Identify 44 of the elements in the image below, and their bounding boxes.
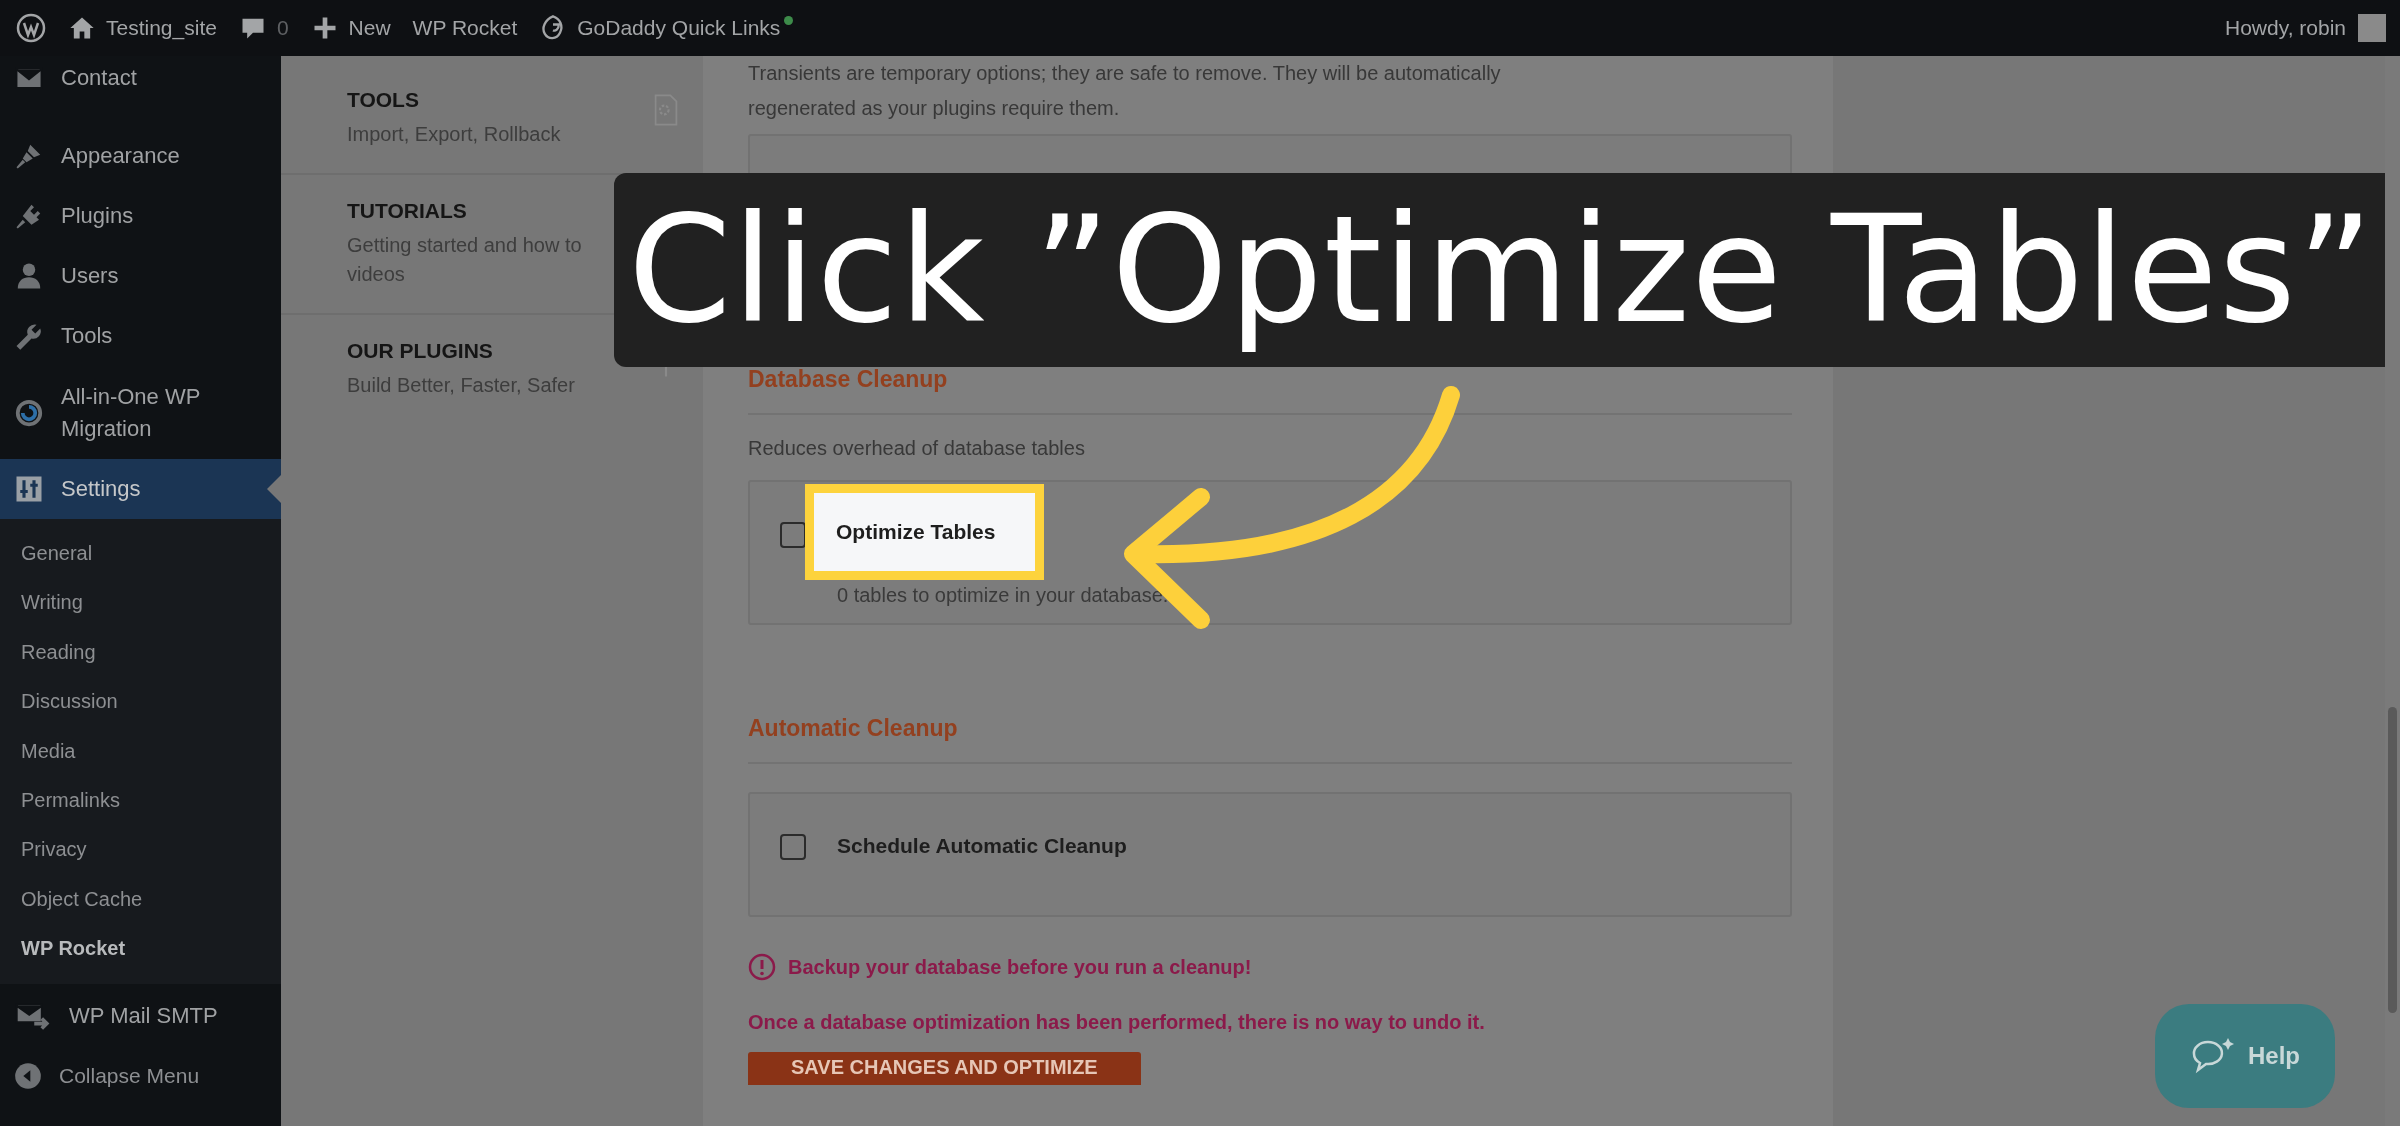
sidebar-item[interactable]: Tools	[0, 306, 281, 366]
account-menu[interactable]: Howdy, robin	[2225, 14, 2386, 42]
wrench-icon	[14, 321, 44, 351]
sidebar-item[interactable]: Settings	[0, 459, 281, 519]
warning-note: Once a database optimization has been performed, there is no way to undo it.	[748, 1011, 1486, 1034]
sidebar-item[interactable]: Users	[0, 246, 281, 306]
scrollbar[interactable]	[2385, 56, 2400, 1126]
submenu-item[interactable]: WP Rocket	[0, 924, 281, 974]
submenu-item[interactable]: Object Cache	[0, 874, 281, 925]
quick-links-menu[interactable]: GoDaddy Quick Links	[539, 14, 794, 42]
collapse-menu-button[interactable]: Collapse Menu	[0, 1047, 281, 1104]
section-title: Automatic Cleanup	[748, 715, 1792, 764]
left-arrow-circle-icon	[14, 1061, 42, 1090]
chat-bubble-icon	[2190, 1036, 2236, 1076]
sidebar-item[interactable]: Appearance	[0, 126, 281, 186]
exclamation-circle-icon	[748, 953, 776, 981]
site-link[interactable]: Testing_site	[68, 14, 217, 42]
save-button[interactable]: SAVE CHANGES AND OPTIMIZE	[748, 1052, 1141, 1085]
submenu-item[interactable]: Discussion	[0, 677, 281, 727]
submenu-item[interactable]: Media	[0, 726, 281, 776]
checkbox[interactable]	[780, 834, 806, 860]
submenu-item[interactable]: Reading	[0, 627, 281, 678]
option-label: Schedule Automatic Cleanup	[837, 834, 1127, 858]
sidebar-item[interactable]: All-in-One WP Migration	[0, 366, 281, 459]
highlighted-option-label[interactable]: Optimize Tables	[805, 484, 1044, 580]
intro-text: regenerated as your plugins require them.	[748, 96, 1121, 121]
sliders-icon	[14, 474, 44, 504]
sidebar-item[interactable]: Contact	[0, 56, 281, 100]
sync-icon	[14, 397, 44, 428]
intro-text: Transients are temporary options; they are safe to remove. They will be automatically	[748, 61, 1502, 86]
wordpress-logo-icon[interactable]	[16, 13, 46, 43]
status-dot	[784, 15, 794, 25]
plugin-link[interactable]: WP Rocket	[412, 16, 518, 40]
sidebar-item[interactable]: Plugins	[0, 186, 281, 246]
warning-text: Backup your database before you run a cleanup!	[788, 955, 1252, 979]
submenu-item[interactable]: Writing	[0, 578, 281, 628]
submenu-item[interactable]: General	[0, 529, 281, 579]
submenu-item[interactable]: Privacy	[0, 825, 281, 875]
section-description: Reduces overhead of database tables	[748, 437, 1086, 460]
submenu-item[interactable]: Permalinks	[0, 775, 281, 826]
option-description: 0 tables to optimize in your database.	[837, 584, 1169, 607]
sidebar-item[interactable]: WP Mail SMTP	[0, 983, 281, 1048]
new-link[interactable]: New	[310, 14, 391, 42]
avatar-icon	[2358, 14, 2386, 42]
